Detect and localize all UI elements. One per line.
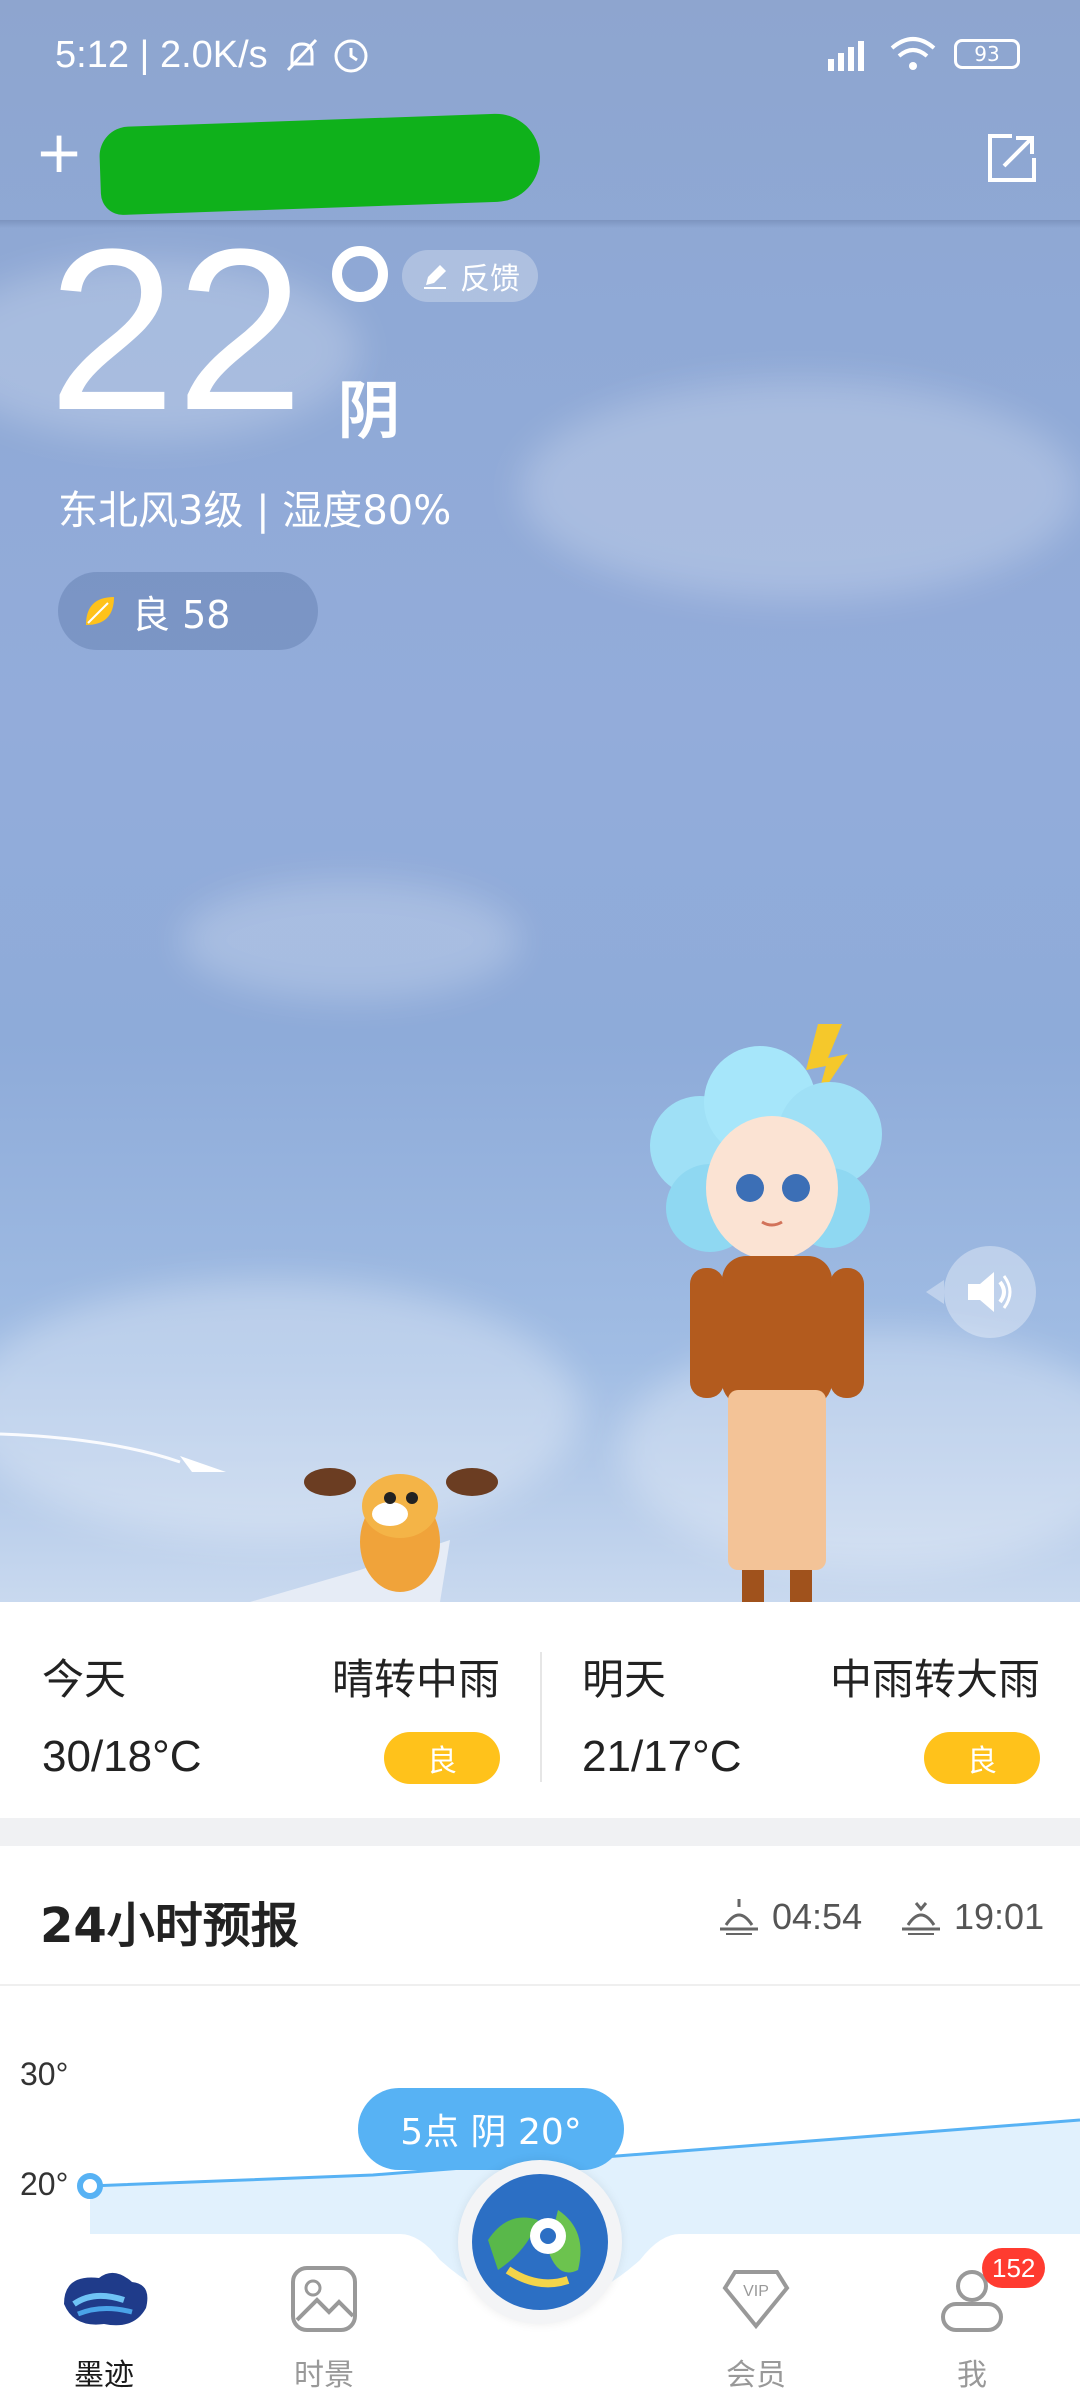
mute-bell-icon bbox=[286, 38, 318, 72]
day-condition: 中雨转大雨 bbox=[829, 1655, 1040, 1704]
tab-moji[interactable]: 墨迹 bbox=[34, 2232, 174, 2400]
status-time: 5:12 | 2.0K/s bbox=[55, 34, 268, 76]
tomorrow-summary[interactable]: 明天 中雨转大雨 21/17°C 良 bbox=[540, 1602, 1080, 1818]
pencil-icon bbox=[424, 265, 446, 289]
girl-character-illustration bbox=[650, 1024, 882, 1602]
status-bar: 5:12 | 2.0K/s 93 bbox=[0, 0, 1080, 112]
degree-symbol bbox=[332, 246, 388, 302]
sunrise-info: 04:54 bbox=[716, 1896, 862, 1938]
air-quality-label: 良 58 bbox=[132, 592, 231, 637]
aqi-badge: 良 bbox=[924, 1732, 1040, 1784]
chart-tooltip: 5点 阴 20° bbox=[358, 2088, 624, 2170]
chart-point bbox=[77, 2173, 103, 2199]
feedback-button[interactable]: 反馈 bbox=[402, 250, 538, 302]
share-button[interactable] bbox=[982, 128, 1042, 188]
voice-broadcast-button[interactable] bbox=[926, 1246, 1036, 1338]
share-icon bbox=[988, 134, 1036, 182]
day-label: 明天 bbox=[582, 1655, 667, 1704]
tab-label: 时景 bbox=[294, 2358, 354, 2393]
signal-icon bbox=[828, 41, 864, 71]
sunset-icon bbox=[902, 1902, 940, 1935]
day-temp-range: 21/17°C bbox=[582, 1732, 742, 1781]
day-condition: 晴转中雨 bbox=[331, 1655, 500, 1704]
speaker-icon bbox=[968, 1272, 1012, 1312]
tab-label: 会员 bbox=[726, 2358, 786, 2393]
sunset-info: 19:01 bbox=[898, 1896, 1044, 1938]
daily-summary-card: 今天 晴转中雨 30/18°C 良 明天 中雨转大雨 21/17°C 良 bbox=[0, 1602, 1080, 1818]
section-gap bbox=[0, 1818, 1080, 1846]
sunrise-icon bbox=[720, 1899, 758, 1935]
air-quality-pill[interactable]: 良 58 bbox=[58, 572, 318, 650]
tab-vip[interactable]: VIP 会员 bbox=[686, 2232, 826, 2400]
tab-me[interactable]: 152 我 bbox=[902, 2232, 1046, 2400]
add-city-button[interactable]: + bbox=[34, 122, 84, 182]
feedback-label: 反馈 bbox=[460, 262, 520, 297]
paper-plane-decoration bbox=[0, 1432, 226, 1472]
wind-humidity: 东北风3级 | 湿度80% bbox=[58, 488, 452, 534]
vip-icon: VIP bbox=[722, 2270, 790, 2330]
day-temp-range: 30/18°C bbox=[42, 1732, 202, 1781]
today-summary[interactable]: 今天 晴转中雨 30/18°C 良 bbox=[0, 1602, 540, 1818]
svg-text:VIP: VIP bbox=[743, 2283, 769, 2300]
bottom-tab-bar: 墨迹 时景 VIP 会员 152 我 bbox=[0, 2232, 1080, 2400]
tab-scenery[interactable]: 时景 bbox=[254, 2232, 394, 2400]
tab-label: 我 bbox=[957, 2358, 987, 2393]
current-temperature: 22 bbox=[48, 201, 304, 458]
leaf-icon bbox=[86, 597, 114, 625]
battery-indicator: 93 bbox=[954, 39, 1020, 69]
notification-badge: 152 bbox=[982, 2248, 1046, 2288]
sunrise-time: 04:54 bbox=[772, 1896, 863, 1937]
day-label: 今天 bbox=[42, 1655, 127, 1704]
deer-illustration bbox=[250, 1468, 498, 1602]
image-icon bbox=[291, 2266, 357, 2332]
alarm-icon bbox=[334, 39, 368, 73]
status-indicators: 93 bbox=[820, 36, 1020, 72]
wifi-icon bbox=[890, 37, 936, 70]
cloud-logo-icon bbox=[64, 2272, 148, 2326]
sunset-time: 19:01 bbox=[954, 1896, 1045, 1937]
aqi-badge: 良 bbox=[384, 1732, 500, 1784]
forecast-title: 24小时预报 bbox=[40, 1898, 299, 1954]
current-condition: 阴 bbox=[338, 374, 401, 447]
tab-label: 墨迹 bbox=[74, 2358, 134, 2393]
forecast-divider bbox=[0, 1984, 1080, 1986]
